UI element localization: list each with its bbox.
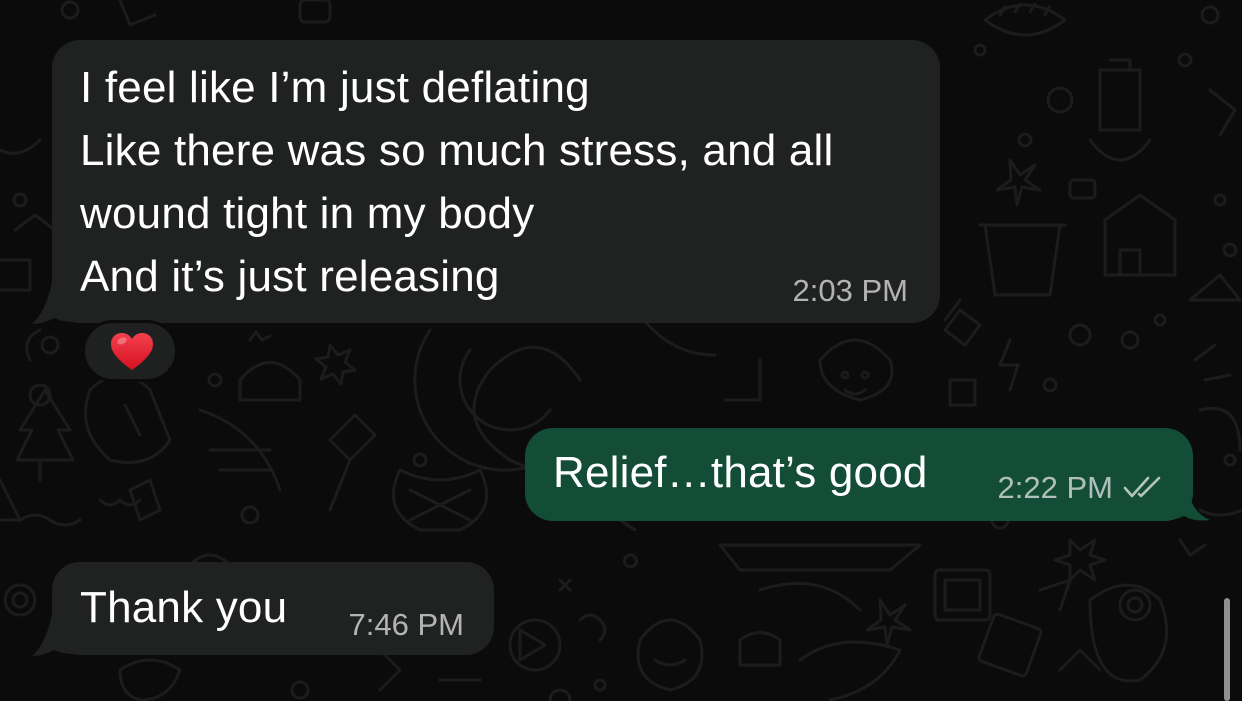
incoming-message-bubble[interactable]: Thank you 7:46 PM: [52, 562, 494, 655]
read-double-check-icon: [1123, 476, 1161, 498]
message-line: Like there was so much stress, and all: [80, 126, 834, 175]
red-heart-icon: [111, 333, 153, 370]
scroll-indicator[interactable]: [1224, 598, 1230, 701]
message-timestamp: 2:03 PM: [792, 273, 908, 308]
message-line: And it’s just releasing: [80, 252, 500, 301]
message-text: Relief…that’s good: [553, 448, 928, 497]
message-text: Thank you: [80, 583, 288, 632]
outgoing-message-bubble[interactable]: Relief…that’s good 2:22 PM: [525, 428, 1193, 521]
message-timestamp: 7:46 PM: [348, 607, 464, 642]
message-line: wound tight in my body: [80, 189, 535, 238]
incoming-message-bubble[interactable]: I feel like I’m just deflating Like ther…: [52, 40, 940, 323]
reaction-badge[interactable]: [82, 320, 178, 382]
message-line: I feel like I’m just deflating: [80, 63, 590, 112]
message-text: I feel like I’m just deflating Like ther…: [80, 56, 834, 308]
chat-view[interactable]: I feel like I’m just deflating Like ther…: [0, 0, 1242, 701]
message-timestamp: 2:22 PM: [997, 470, 1113, 505]
